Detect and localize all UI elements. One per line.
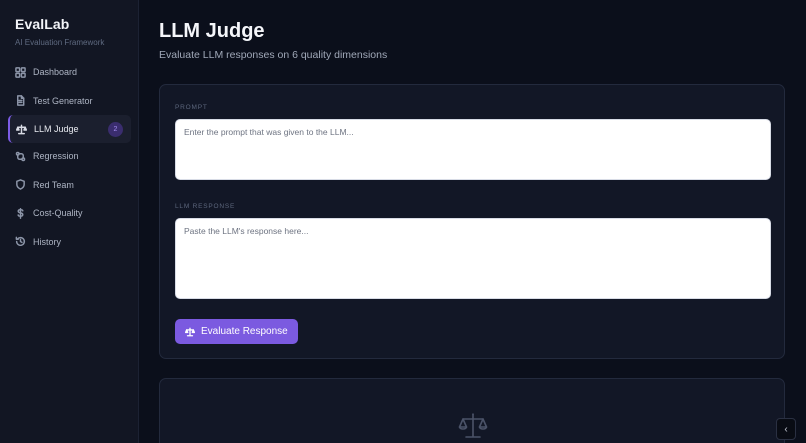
sidebar-item-red-team[interactable]: Red Team [8,173,131,197]
evaluate-response-label: Evaluate Response [201,326,288,337]
brand: EvalLab AI Evaluation Framework [15,16,104,47]
sidebar-item-regression[interactable]: Regression [8,144,131,168]
file-icon [15,95,26,106]
sidebar-item-label: Cost-Quality [33,208,83,218]
sidebar-item-cost-quality[interactable]: Cost-Quality [8,201,131,225]
sidebar-item-dashboard[interactable]: Dashboard [8,60,131,84]
sidebar-item-label: Dashboard [33,67,78,77]
evaluate-response-button[interactable]: Evaluate Response [175,319,298,344]
page-title: LLM Judge [159,20,265,42]
results-placeholder-card [159,378,785,443]
sidebar-item-label: Test Generator [33,95,93,106]
collapse-panel-button[interactable]: ‹ [776,418,796,440]
history-icon [15,236,26,247]
prompt-label: PROMPT [175,104,208,111]
sidebar-nav: Dashboard Test Generator LLM Judge 2 Reg… [8,60,131,258]
sidebar-item-label: Red Team [33,179,74,190]
shield-icon [15,179,26,190]
dollar-icon [15,207,26,219]
page-subtitle: Evaluate LLM responses on 6 quality dime… [159,49,388,61]
sidebar-item-label: LLM Judge [34,124,79,134]
sidebar: EvalLab AI Evaluation Framework Dashboar… [0,0,139,443]
llm-response-input[interactable] [175,218,771,299]
sidebar-item-label: History [33,236,62,247]
prompt-input[interactable] [175,119,771,180]
llm-response-label: LLM RESPONSE [175,203,236,210]
scale-icon [16,124,27,135]
brand-title: EvalLab [15,16,70,32]
sidebar-item-label: Regression [33,151,79,161]
sidebar-item-test-generator[interactable]: Test Generator [8,89,131,113]
evaluation-form-card: PROMPT LLM RESPONSE Evaluate Response [159,84,785,359]
brand-subtitle: AI Evaluation Framework [15,38,105,47]
git-compare-icon [15,151,26,162]
sidebar-item-history[interactable]: History [8,230,131,254]
grid-icon [15,66,26,78]
scale-icon [185,327,195,336]
main-content: LLM Judge Evaluate LLM responses on 6 qu… [139,0,806,443]
scale-icon [458,411,488,441]
count-badge: 2 [108,122,123,137]
sidebar-item-llm-judge[interactable]: LLM Judge 2 [8,115,131,143]
